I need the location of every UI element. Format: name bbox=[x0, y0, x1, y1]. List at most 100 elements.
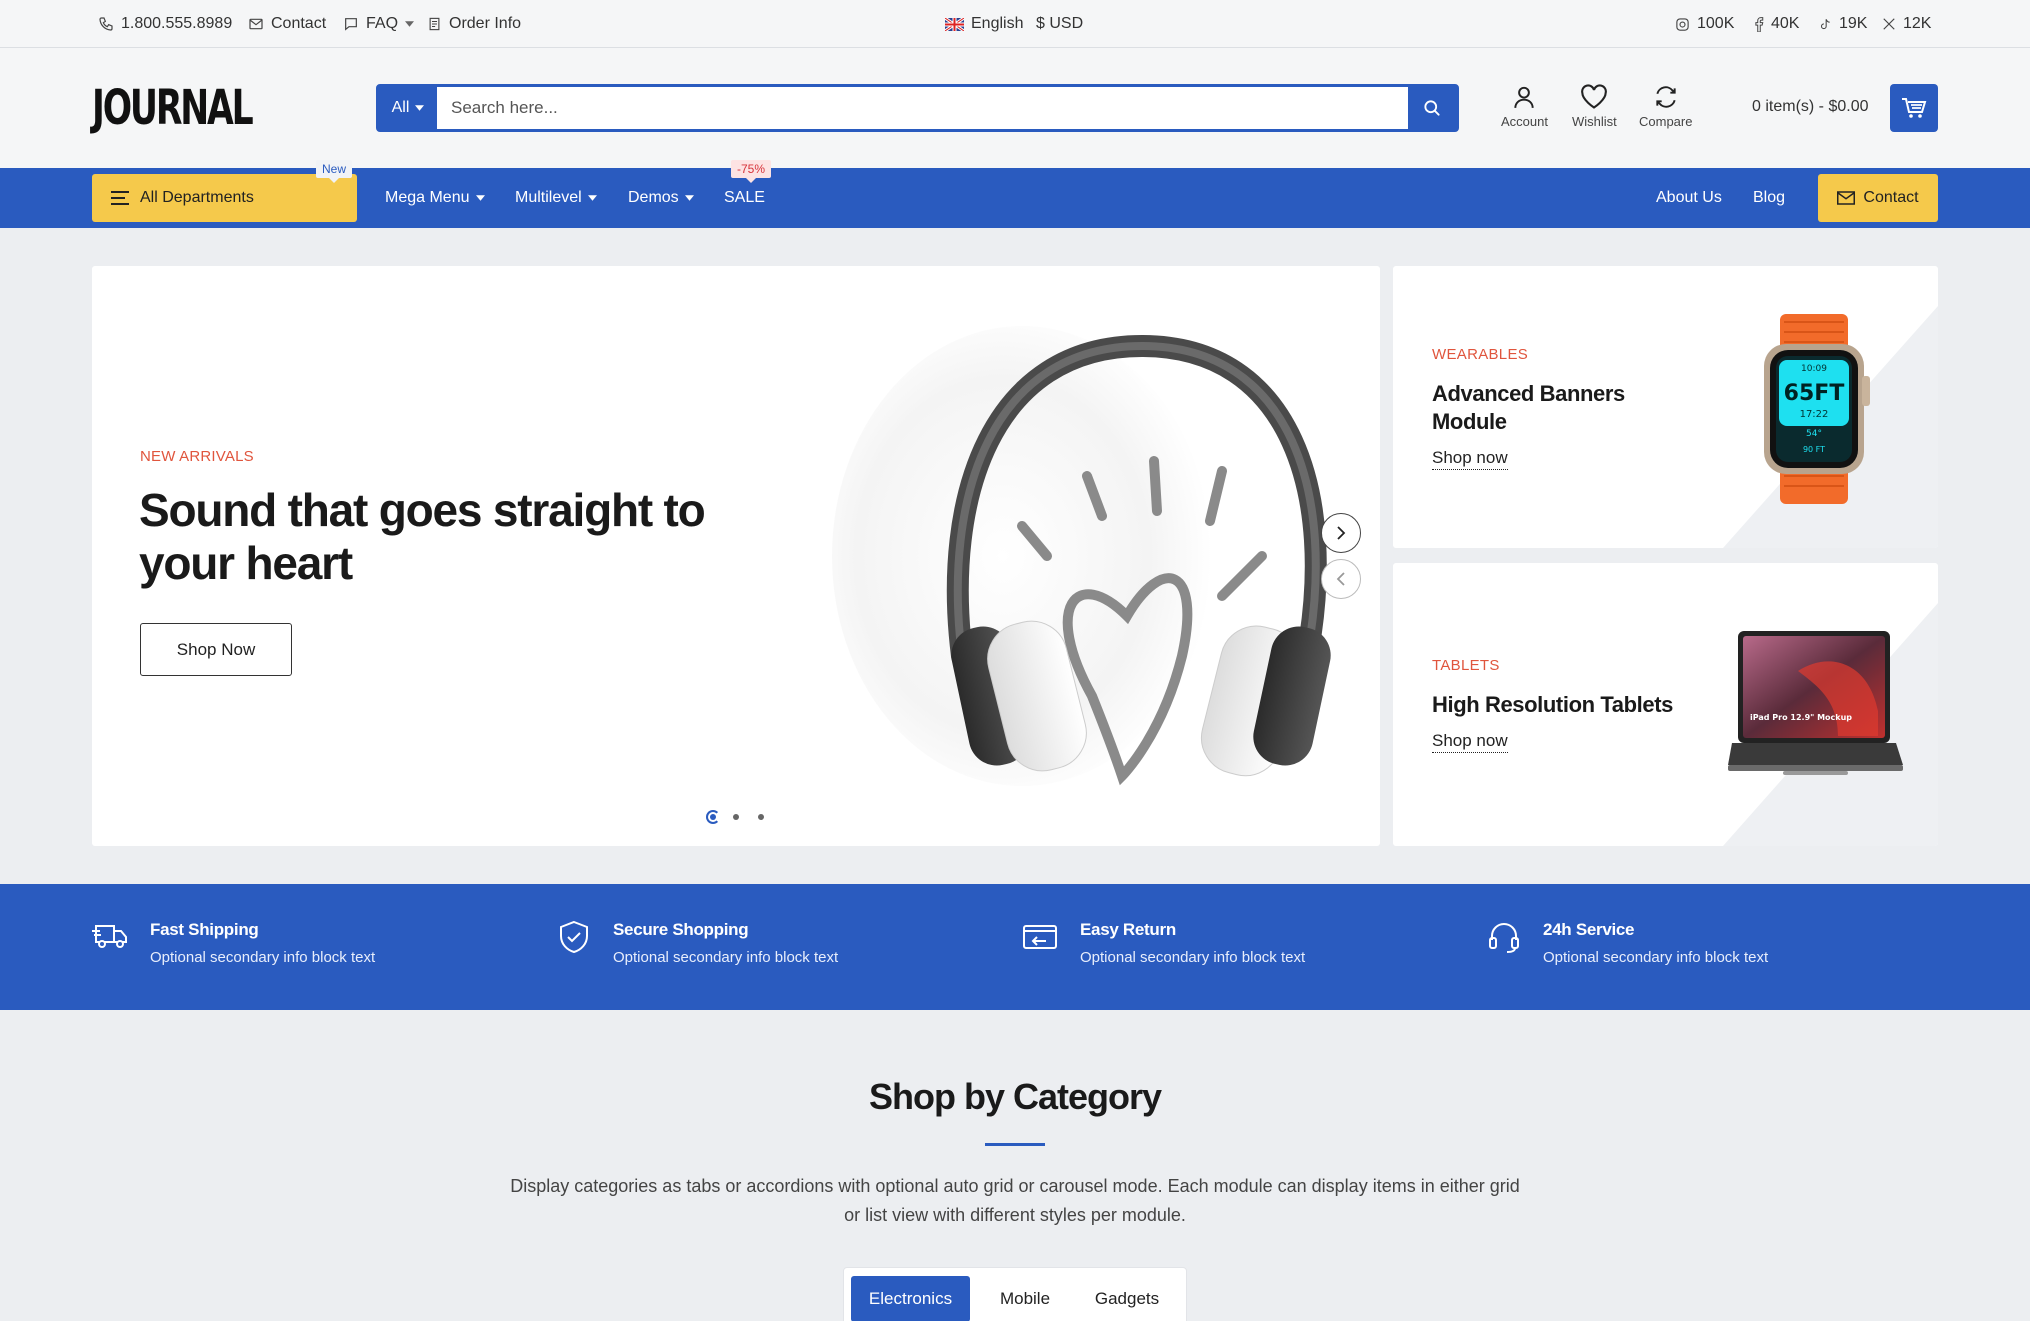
contact-button-label: Contact bbox=[1863, 189, 1919, 206]
search-category-dropdown[interactable]: All bbox=[379, 87, 437, 129]
phone-number: 1.800.555.8989 bbox=[121, 15, 233, 32]
mail-icon bbox=[249, 18, 263, 30]
menu-icon bbox=[111, 191, 129, 205]
wishlist-label: Wishlist bbox=[1572, 114, 1617, 129]
section-title: Shop by Category bbox=[868, 1076, 1162, 1117]
all-departments-label: All Departments bbox=[140, 189, 254, 206]
compare-icon bbox=[1656, 86, 1676, 108]
phone-link[interactable]: 1.800.555.8989 bbox=[98, 0, 232, 48]
headphones-image bbox=[832, 326, 1331, 786]
mail-icon bbox=[1837, 191, 1856, 205]
banner-shop-link[interactable]: Shop now bbox=[1432, 731, 1508, 753]
contact-label: Contact bbox=[271, 15, 327, 32]
info-sub: Optional secondary info block text bbox=[1080, 949, 1306, 966]
search-input[interactable] bbox=[437, 87, 1408, 129]
chevron-left-icon bbox=[1336, 572, 1345, 586]
nav-item-demos[interactable]: Demos bbox=[628, 174, 694, 222]
nav-item-label: Mega Menu bbox=[385, 189, 470, 206]
document-icon bbox=[429, 17, 440, 31]
new-badge: New bbox=[316, 160, 353, 183]
facebook-icon bbox=[1755, 16, 1764, 32]
tab-gadgets[interactable]: Gadgets bbox=[1087, 1276, 1167, 1321]
user-icon bbox=[1514, 86, 1535, 108]
cart-summary[interactable]: 0 item(s) - $0.00 bbox=[1752, 98, 1868, 116]
banner-kicker: WEARABLES bbox=[1432, 346, 1529, 363]
chevron-down-icon bbox=[684, 195, 694, 201]
banner-kicker: TABLETS bbox=[1432, 657, 1500, 674]
facebook-link[interactable]: 40K bbox=[1754, 0, 1799, 48]
info-sub: Optional secondary info block text bbox=[1543, 949, 1769, 966]
faq-label: FAQ bbox=[366, 15, 399, 32]
cart-button[interactable] bbox=[1890, 84, 1938, 132]
account-button[interactable]: Account bbox=[1501, 84, 1548, 129]
section-divider bbox=[985, 1143, 1045, 1146]
tiktok-link[interactable]: 19K bbox=[1818, 0, 1867, 48]
nav-item-label: About Us bbox=[1656, 189, 1722, 206]
info-block-return: Easy Return Optional secondary info block… bbox=[1022, 920, 1305, 966]
slide-dot-3[interactable] bbox=[758, 814, 764, 820]
heart-icon bbox=[1581, 84, 1608, 109]
wishlist-button[interactable]: Wishlist bbox=[1572, 84, 1617, 129]
chevron-down-icon bbox=[405, 21, 415, 27]
slider-next-button[interactable] bbox=[1321, 513, 1361, 553]
contact-button[interactable]: Contact bbox=[1818, 174, 1938, 222]
banner-shop-link[interactable]: Shop now bbox=[1432, 448, 1508, 470]
instagram-count: 100K bbox=[1697, 15, 1735, 32]
nav-item-about[interactable]: About Us bbox=[1656, 174, 1722, 222]
x-count: 12K bbox=[1903, 15, 1932, 32]
chat-icon bbox=[345, 18, 357, 31]
tab-electronics[interactable]: Electronics bbox=[851, 1276, 970, 1321]
compare-button[interactable]: Compare bbox=[1639, 84, 1692, 129]
tablet-image: iPad Pro 12.9" Mockup bbox=[1728, 631, 1903, 775]
top-bar: 1.800.555.8989 Contact FAQ Order Info En… bbox=[0, 0, 2030, 48]
watch-small: 17:22 bbox=[1800, 409, 1829, 420]
return-icon bbox=[1023, 925, 1057, 949]
search-icon bbox=[1424, 100, 1440, 116]
order-info-link[interactable]: Order Info bbox=[427, 0, 521, 48]
language-selector[interactable]: English bbox=[945, 0, 1023, 48]
nav-item-label: Blog bbox=[1753, 189, 1786, 206]
tab-mobile[interactable]: Mobile bbox=[985, 1276, 1065, 1321]
currency-selector[interactable]: $ USD bbox=[1036, 0, 1083, 48]
hero-kicker: NEW ARRIVALS bbox=[140, 448, 254, 465]
tiktok-count: 19K bbox=[1839, 15, 1868, 32]
nav-item-label: Multilevel bbox=[515, 189, 582, 206]
x-link[interactable]: 12K bbox=[1882, 0, 1931, 48]
info-title: Secure Shopping bbox=[613, 920, 749, 939]
nav-item-sale[interactable]: SALE bbox=[724, 174, 765, 222]
flag-uk-icon bbox=[945, 17, 964, 31]
nav-item-blog[interactable]: Blog bbox=[1753, 174, 1785, 222]
watch-time: 10:09 bbox=[1801, 364, 1827, 374]
logo[interactable]: JOURNAL bbox=[92, 84, 254, 132]
chevron-right-icon bbox=[1337, 526, 1346, 540]
faq-menu[interactable]: FAQ bbox=[343, 0, 415, 48]
watch-depth: 65FT bbox=[1784, 381, 1845, 406]
chevron-down-icon bbox=[587, 195, 597, 201]
contact-link[interactable]: Contact bbox=[248, 0, 326, 48]
info-block-shipping: Fast Shipping Optional secondary info blo… bbox=[92, 920, 375, 966]
truck-icon bbox=[92, 925, 127, 948]
slide-dot-2[interactable] bbox=[733, 814, 739, 820]
search-category-label: All bbox=[391, 99, 410, 116]
all-departments-button[interactable]: All Departments bbox=[92, 174, 357, 222]
info-sub: Optional secondary info block text bbox=[613, 949, 839, 966]
tiktok-icon bbox=[1820, 18, 1830, 29]
info-block-secure: Secure Shopping Optional secondary info b… bbox=[557, 920, 838, 966]
section-description: Display categories as tabs or accordions… bbox=[510, 1176, 1520, 1225]
nav-item-multilevel[interactable]: Multilevel bbox=[515, 174, 597, 222]
info-title: Fast Shipping bbox=[150, 920, 259, 939]
sale-badge: -75% bbox=[731, 160, 772, 183]
slider-prev-button[interactable] bbox=[1321, 559, 1361, 599]
currency-label: $ USD bbox=[1036, 15, 1084, 32]
shop-now-button[interactable]: Shop Now bbox=[140, 623, 292, 676]
account-label: Account bbox=[1501, 114, 1548, 129]
language-label: English bbox=[971, 15, 1024, 32]
phone-icon bbox=[99, 17, 113, 31]
search-button[interactable] bbox=[1408, 87, 1456, 129]
chevron-down-icon bbox=[415, 105, 425, 111]
nav-item-label: Demos bbox=[628, 189, 679, 206]
tablet-label: iPad Pro 12.9" Mockup bbox=[1750, 713, 1852, 722]
instagram-link[interactable]: 100K bbox=[1675, 0, 1734, 48]
watch-max: 90 FT bbox=[1803, 445, 1825, 454]
nav-item-mega-menu[interactable]: Mega Menu bbox=[385, 174, 485, 222]
